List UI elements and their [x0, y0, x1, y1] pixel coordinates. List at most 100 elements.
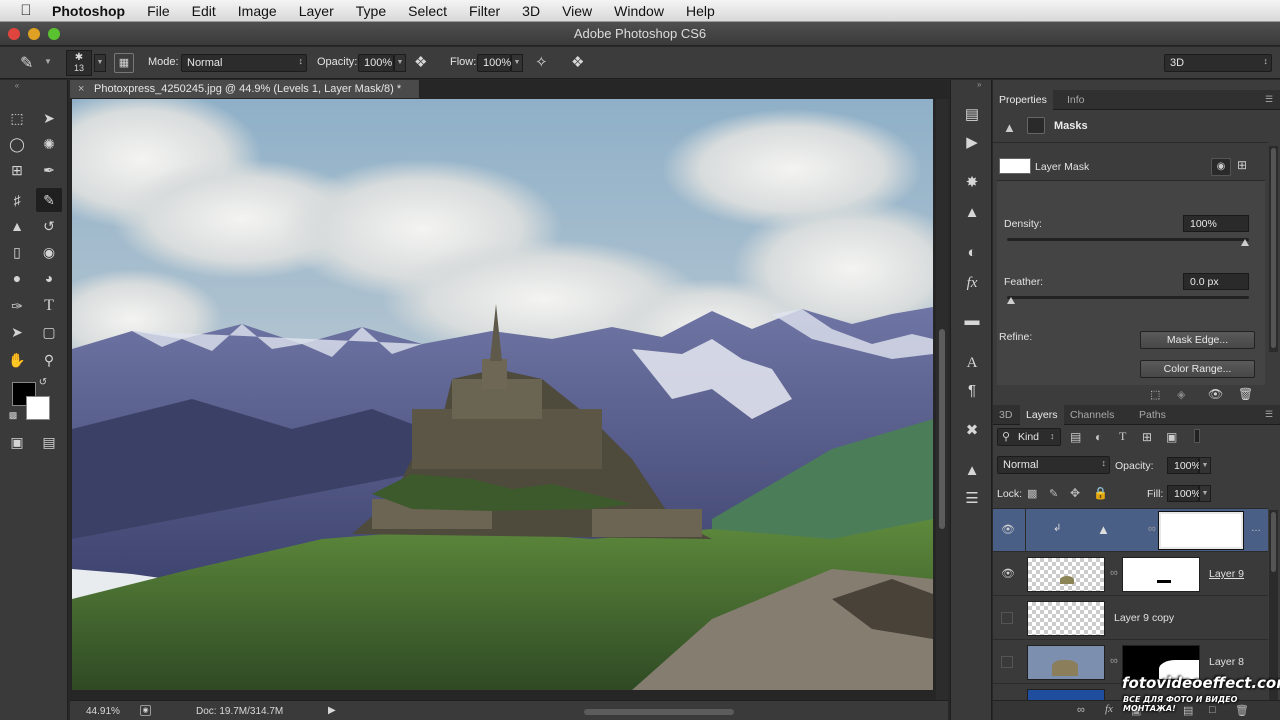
move-tool-icon[interactable]: ➤	[36, 106, 62, 130]
status-bar-icon[interactable]: ◉	[140, 705, 151, 716]
type-tool-icon[interactable]: T	[36, 294, 62, 318]
vertical-scrollbar[interactable]	[936, 99, 948, 700]
menu-3d[interactable]: 3D	[511, 3, 551, 19]
density-slider-knob[interactable]	[1241, 239, 1249, 246]
flow-slider-toggle[interactable]: ▼	[511, 54, 523, 72]
eyedropper-tool-icon[interactable]: ✒	[36, 158, 62, 182]
tab-info[interactable]: Info	[1061, 90, 1091, 110]
blend-mode-select[interactable]: Normal	[997, 456, 1110, 474]
airbrush-icon[interactable]: ✧	[535, 53, 548, 71]
tab-layers[interactable]: Layers	[1020, 405, 1064, 425]
layer-row[interactable]: Layer 9 copy	[993, 597, 1268, 640]
menu-type[interactable]: Type	[345, 3, 397, 19]
menu-help[interactable]: Help	[675, 3, 726, 19]
mode-select[interactable]: Normal	[181, 54, 307, 72]
mask-thumbnail[interactable]	[1122, 557, 1200, 592]
eraser-tool-icon[interactable]: ▯	[4, 240, 30, 264]
collapse-tools-icon[interactable]: «	[4, 80, 30, 92]
mask-link-icon[interactable]: ∞	[1110, 655, 1118, 667]
feather-input[interactable]: 0.0 px	[1183, 273, 1249, 290]
layer-opacity-input[interactable]: 100%	[1167, 457, 1201, 474]
fill-input[interactable]: 100%	[1167, 485, 1201, 502]
healing-brush-tool-icon[interactable]: ♯	[4, 188, 30, 212]
tab-channels[interactable]: Channels	[1064, 405, 1120, 425]
mask-thumbnail[interactable]	[1158, 511, 1244, 550]
pen-tool-icon[interactable]: ✑	[4, 294, 30, 318]
load-selection-icon[interactable]: ⬚	[1150, 388, 1160, 401]
mask-mode-icon[interactable]	[1027, 117, 1045, 134]
paths-panel-icon[interactable]: ☰	[961, 488, 983, 510]
visibility-eye-icon[interactable]: 👁	[1001, 525, 1015, 536]
clone-stamp-tool-icon[interactable]: ▲	[4, 214, 30, 238]
feather-slider-knob[interactable]	[1007, 297, 1015, 304]
menu-window[interactable]: Window	[603, 3, 675, 19]
filter-smart-object-icon[interactable]: ▣	[1166, 430, 1177, 444]
actions-panel-icon[interactable]: ▶	[961, 132, 983, 154]
layer-name[interactable]: Layer 9	[1209, 568, 1244, 580]
layer-row[interactable]: 👁 ↲ ▲ ∞ …	[993, 509, 1268, 552]
styles-panel-icon[interactable]: fx	[961, 272, 983, 294]
add-vector-mask-icon[interactable]: ⊞	[1237, 158, 1247, 172]
hand-tool-icon[interactable]: ✋	[4, 348, 30, 372]
menu-edit[interactable]: Edit	[181, 3, 227, 19]
brush-presets-panel-icon[interactable]: ✖	[961, 420, 983, 442]
rectangle-tool-icon[interactable]: ▢	[36, 320, 62, 344]
menu-view[interactable]: View	[551, 3, 603, 19]
apply-mask-icon[interactable]: ◈	[1177, 388, 1185, 401]
lock-position-icon[interactable]: ✥	[1070, 486, 1080, 500]
paint-bucket-tool-icon[interactable]: ◉	[36, 240, 62, 264]
brush-panel-toggle-icon[interactable]: ▦	[114, 53, 134, 73]
blur-tool-icon[interactable]: ●	[4, 266, 30, 290]
apple-icon[interactable]: 	[0, 2, 52, 19]
history-panel-icon[interactable]: ▤	[961, 104, 983, 126]
fill-slider-toggle[interactable]: ▼	[1199, 485, 1211, 502]
workspace-switcher[interactable]: 3D	[1164, 54, 1272, 72]
screen-mode-icon[interactable]: ▤	[36, 430, 62, 454]
tab-3d[interactable]: 3D	[993, 405, 1018, 425]
swap-colors-icon[interactable]: ↺	[36, 376, 50, 390]
visibility-toggle-off[interactable]	[1001, 656, 1013, 668]
brush-tool-icon[interactable]: ✎	[20, 53, 33, 73]
filter-pixel-icon[interactable]: ▤	[1070, 430, 1081, 444]
path-selection-tool-icon[interactable]: ➤	[4, 320, 30, 344]
status-menu-arrow-icon[interactable]: ▶	[328, 705, 336, 716]
layer-filter-select[interactable]: ⚲ Kind ↕	[997, 428, 1061, 446]
mask-link-icon[interactable]: ∞	[1110, 567, 1118, 579]
properties-scrollbar[interactable]	[1269, 146, 1278, 352]
density-slider[interactable]	[1007, 238, 1249, 246]
tool-preset-chevron-icon[interactable]: ▼	[44, 57, 52, 66]
magic-wand-tool-icon[interactable]: ✺	[36, 132, 62, 156]
tab-paths[interactable]: Paths	[1133, 405, 1172, 425]
opacity-slider-toggle[interactable]: ▼	[394, 54, 406, 72]
lock-all-icon[interactable]: 🔒	[1093, 486, 1108, 500]
color-range-button[interactable]: Color Range...	[1140, 360, 1255, 378]
paragraph-panel-icon[interactable]: ¶	[961, 380, 983, 402]
layer-name[interactable]: Layer 9 copy	[1114, 612, 1174, 624]
background-color-swatch[interactable]	[26, 396, 50, 420]
density-input[interactable]: 100%	[1183, 215, 1249, 232]
opacity-input[interactable]: 100%	[358, 54, 394, 72]
layer-name[interactable]: Layer 8	[1209, 656, 1244, 668]
link-layers-icon[interactable]: ∞	[1077, 704, 1085, 716]
delete-mask-icon[interactable]: 🗑	[1238, 387, 1253, 401]
tool-presets-panel-icon[interactable]: ▬	[961, 310, 983, 332]
filter-adjustment-icon[interactable]: ◐	[1095, 430, 1102, 444]
zoom-tool-icon[interactable]: ⚲	[36, 348, 62, 372]
filter-toggle[interactable]	[1194, 429, 1200, 443]
menu-file[interactable]: File	[136, 3, 181, 19]
default-colors-icon[interactable]: ▩	[6, 408, 20, 422]
brush-preset-picker[interactable]: ✱ 13	[66, 50, 92, 76]
lasso-tool-icon[interactable]: ◯	[4, 132, 30, 156]
flow-input[interactable]: 100%	[477, 54, 511, 72]
feather-slider[interactable]	[1007, 296, 1249, 304]
layer-style-icon[interactable]: fx	[1105, 703, 1113, 715]
pressure-opacity-icon[interactable]: ❖	[414, 53, 427, 71]
3d-panel-icon[interactable]: ✸	[961, 172, 983, 194]
filter-type-icon[interactable]: T	[1119, 429, 1126, 444]
dodge-tool-icon[interactable]: ◕	[36, 266, 62, 290]
lock-pixels-icon[interactable]: ✎	[1049, 487, 1058, 500]
scroll-thumb[interactable]	[939, 329, 945, 529]
layer-opacity-slider-toggle[interactable]: ▼	[1199, 457, 1211, 474]
brush-preset-dropdown[interactable]: ▼	[94, 54, 106, 72]
marquee-tool-icon[interactable]: ⬚	[4, 106, 30, 130]
